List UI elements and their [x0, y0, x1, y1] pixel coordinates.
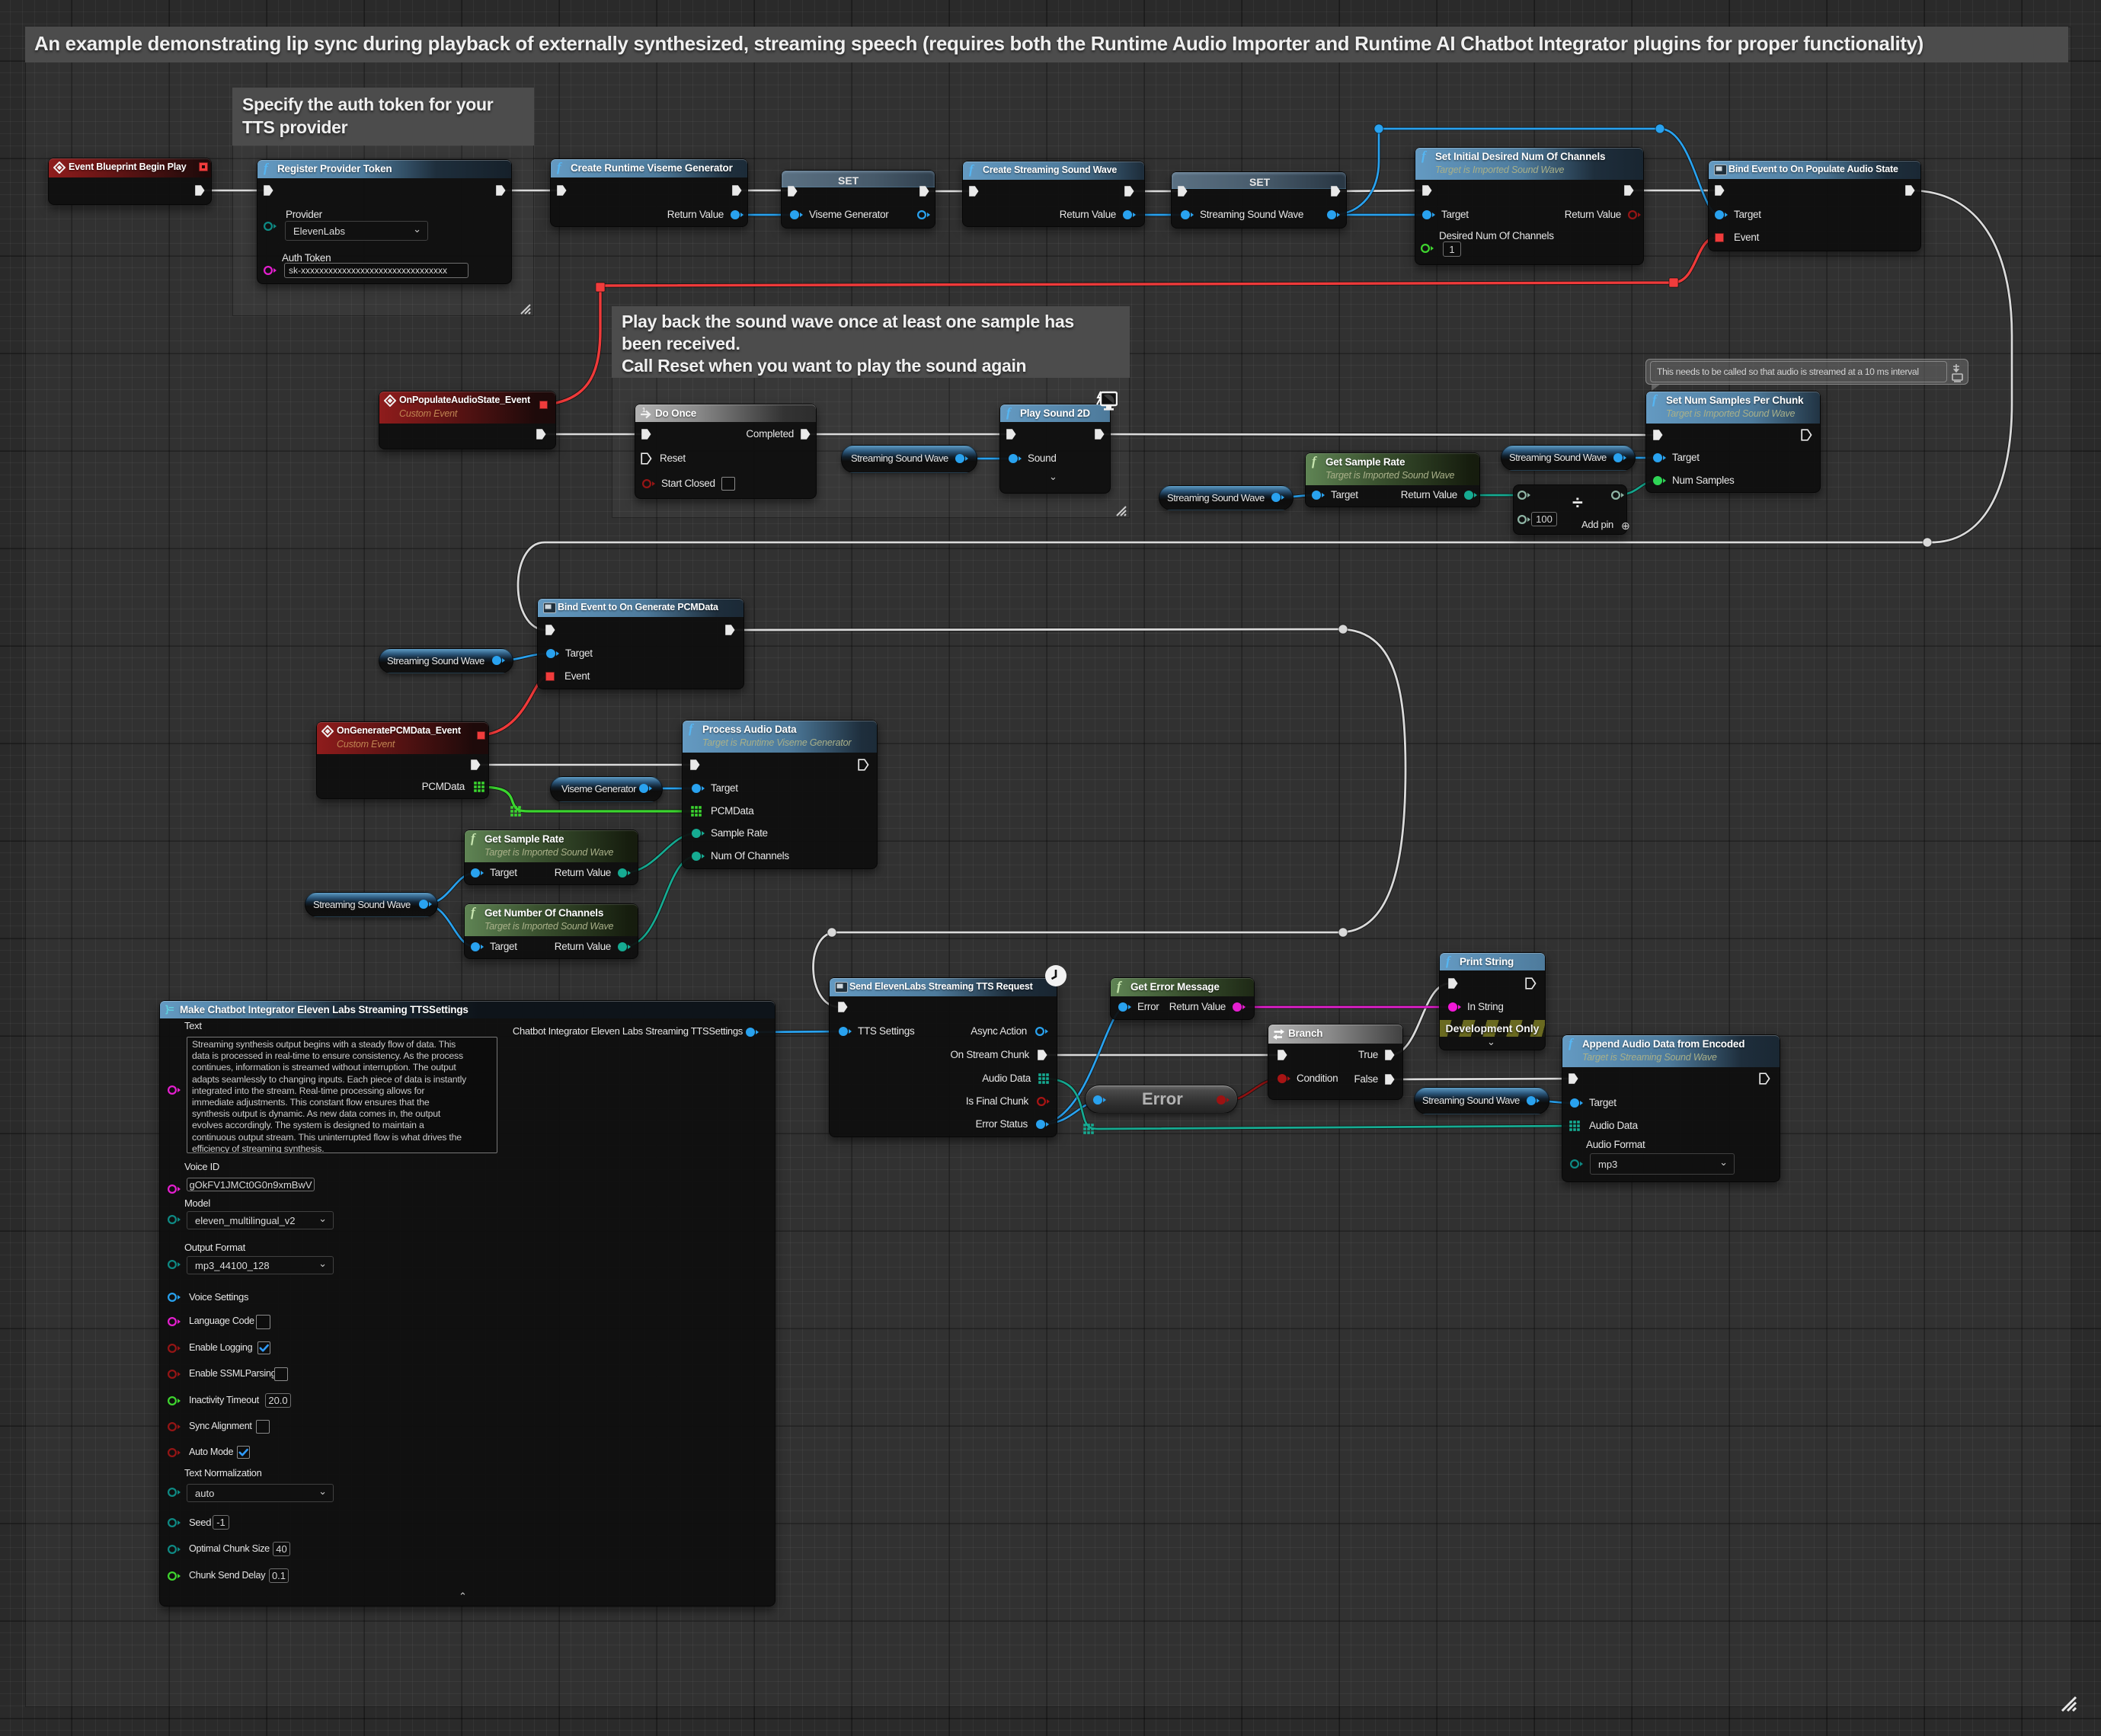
svg-text:1: 1 — [642, 408, 646, 414]
